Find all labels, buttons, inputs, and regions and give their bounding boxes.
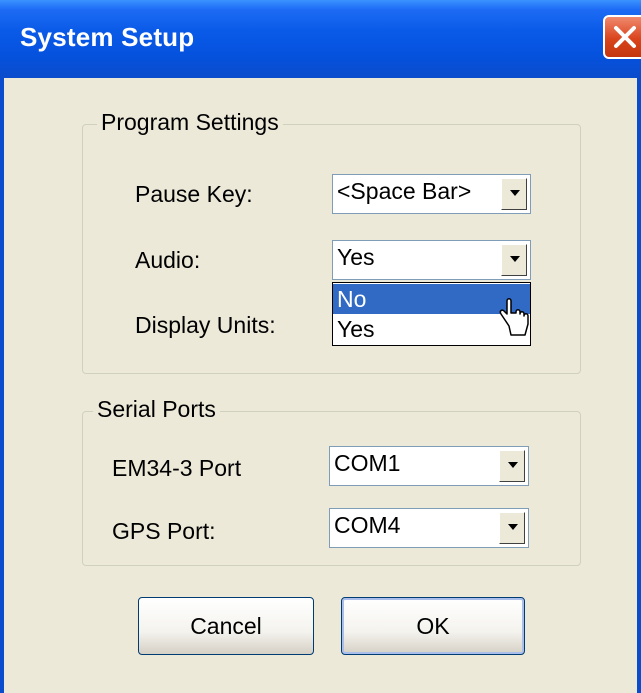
mouse-cursor-icon [499, 298, 529, 336]
close-icon [614, 26, 636, 48]
program-settings-title: Program Settings [97, 109, 283, 136]
chevron-down-icon [510, 190, 520, 196]
pause-key-dropdown-button[interactable] [501, 178, 527, 210]
window-border-left [0, 78, 4, 693]
audio-dropdown-button[interactable] [501, 244, 527, 276]
window-title: System Setup [20, 22, 195, 52]
audio-value: Yes [337, 244, 375, 270]
display-units-label: Display Units: [135, 312, 276, 338]
chevron-down-icon [510, 256, 520, 262]
pause-key-value: <Space Bar> [337, 178, 472, 204]
em34-port-dropdown-button[interactable] [499, 450, 525, 482]
gps-port-value: COM4 [334, 512, 401, 538]
em34-port-select[interactable]: COM1 [329, 446, 529, 486]
audio-select[interactable]: Yes [332, 240, 531, 280]
pause-key-label: Pause Key: [135, 181, 253, 207]
chevron-down-icon [508, 462, 518, 468]
close-button[interactable] [603, 15, 641, 59]
gps-port-label: GPS Port: [112, 518, 216, 544]
gps-port-select[interactable]: COM4 [329, 508, 529, 548]
serial-ports-title: Serial Ports [93, 396, 220, 423]
em34-port-value: COM1 [334, 450, 401, 476]
cancel-button[interactable]: Cancel [138, 597, 314, 655]
ok-button[interactable]: OK [341, 597, 525, 655]
chevron-down-icon [508, 524, 518, 530]
pause-key-select[interactable]: <Space Bar> [332, 174, 531, 214]
window-border-right [637, 78, 641, 693]
audio-label: Audio: [135, 247, 201, 273]
em34-port-label: EM34-3 Port [112, 455, 242, 481]
title-bar: System Setup [0, 0, 641, 78]
gps-port-dropdown-button[interactable] [499, 512, 525, 544]
